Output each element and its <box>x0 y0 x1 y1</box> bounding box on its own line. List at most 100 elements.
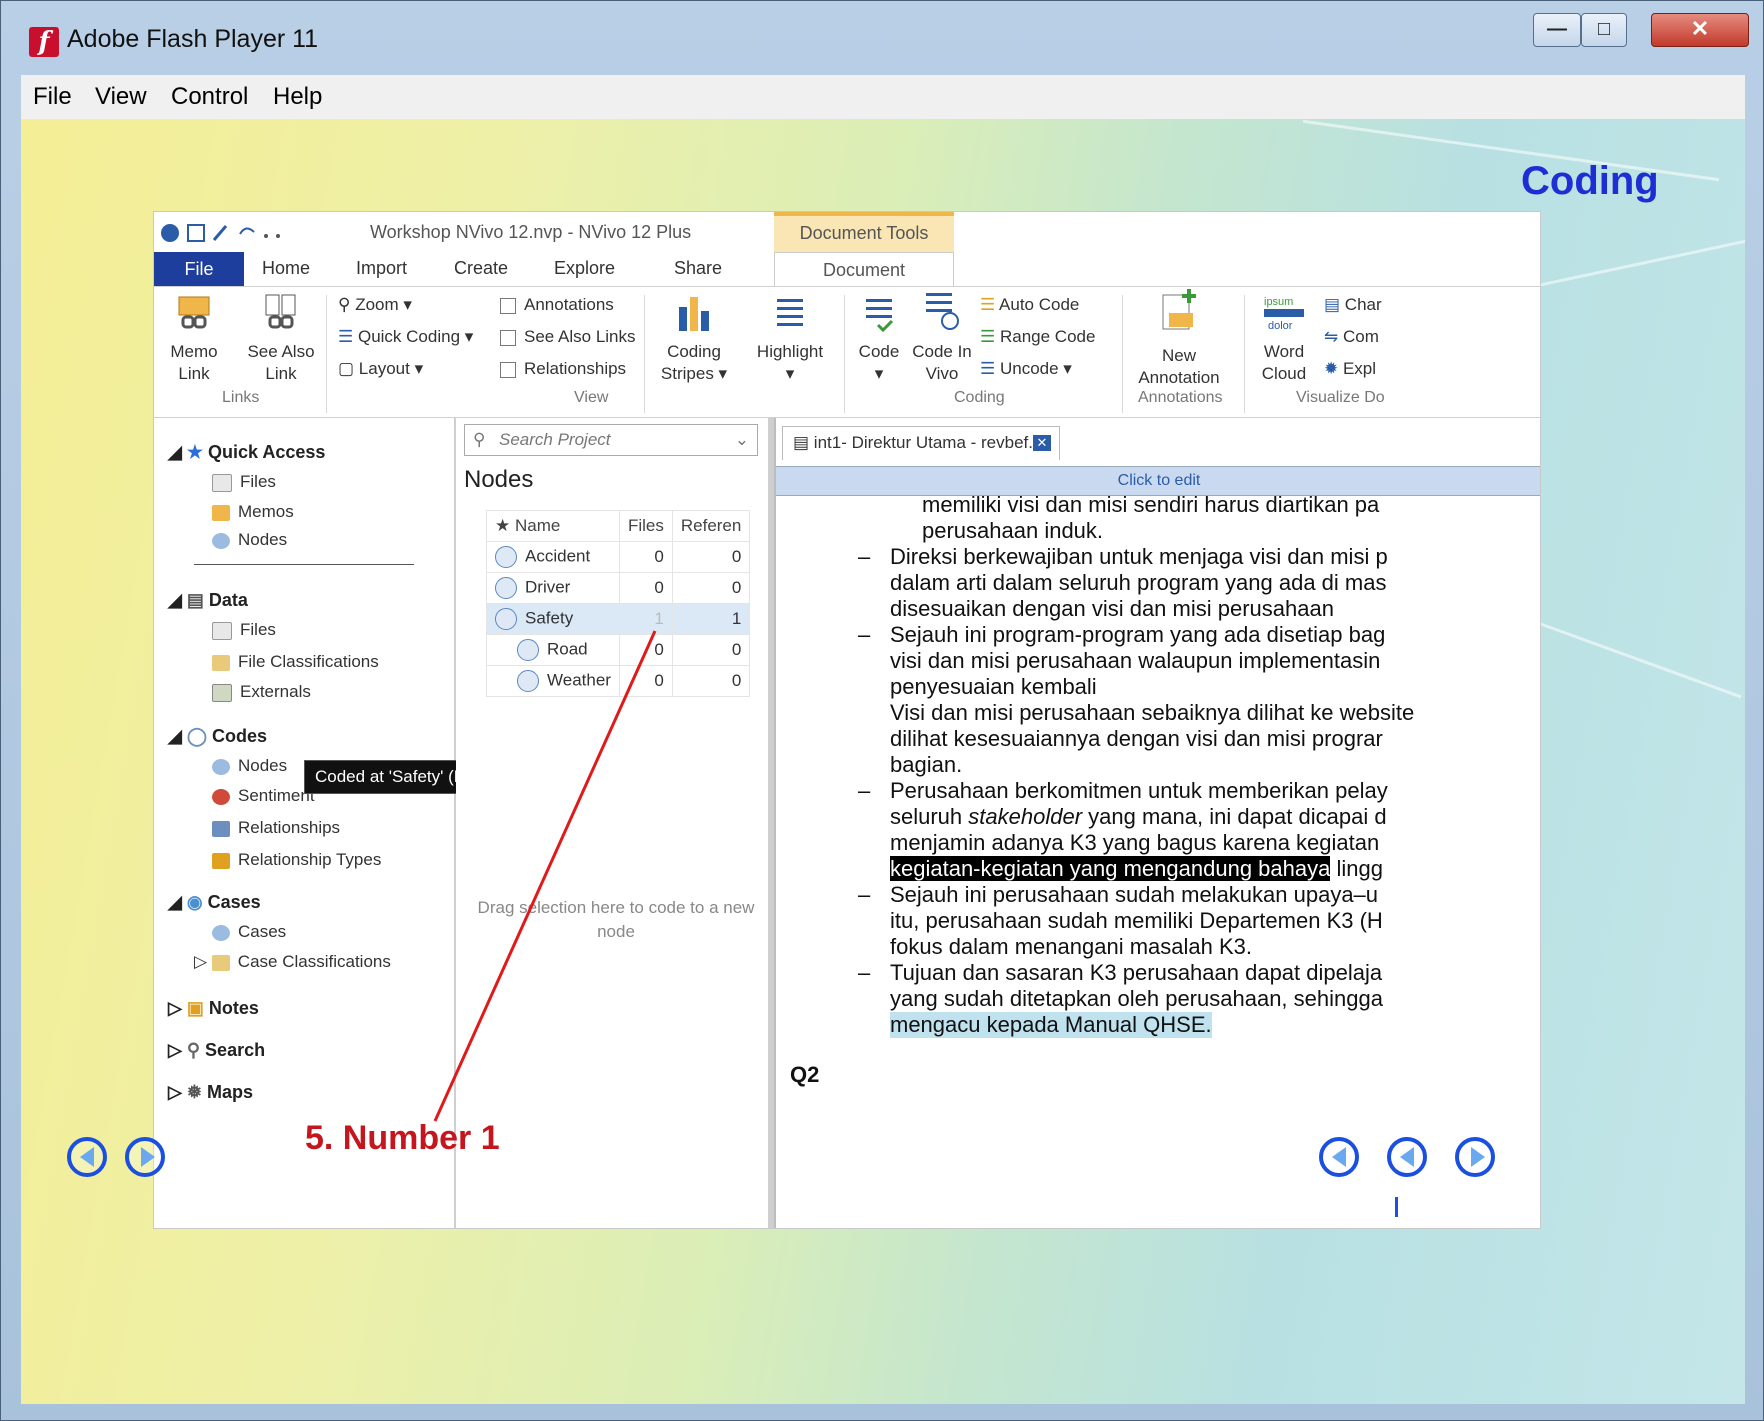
range-code-button[interactable]: ☰ Range Code <box>980 327 1095 347</box>
nav-cases[interactable]: ◢ ◉ Cases <box>168 892 261 913</box>
tab-document[interactable]: Document <box>774 252 954 286</box>
new-annotation-button[interactable]: New Annotation <box>1134 287 1224 389</box>
see-also-links-checkbox[interactable]: See Also Links <box>500 327 636 347</box>
arrow-right-icon <box>141 1147 155 1167</box>
next-slide-button[interactable] <box>125 1137 165 1177</box>
nav-relationship-types[interactable]: Relationship Types <box>212 850 381 870</box>
flash-stage: Coding Workshop NVivo 12.nvp - NVivo 12 … <box>21 119 1745 1404</box>
search-project-input[interactable]: Search Project ⚲ ⌄ <box>464 424 758 456</box>
arrow-right-icon <box>1471 1147 1485 1167</box>
code-in-vivo-button[interactable]: Code In Vivo <box>912 287 972 385</box>
chart-button[interactable]: ▤ Char <box>1324 295 1382 315</box>
maps-icon: ❅ <box>186 1082 202 1102</box>
maximize-button[interactable]: □ <box>1581 13 1627 47</box>
highlight-button[interactable]: Highlight ▾ <box>750 293 830 385</box>
nav-data-files[interactable]: Files <box>212 620 276 640</box>
quick-coding-button[interactable]: ☰ Quick Coding ▾ <box>338 327 473 347</box>
coding-stripes-button[interactable]: Coding Stripes ▾ <box>654 293 734 385</box>
flash-player-window: f Adobe Flash Player 11 — □ ✕ File View … <box>0 0 1764 1421</box>
see-also-link-button[interactable]: See Also Link <box>246 293 316 385</box>
tab-home[interactable]: Home <box>262 258 310 279</box>
minimize-button[interactable]: — <box>1533 13 1581 47</box>
nav-notes[interactable]: ▷ ▣ Notes <box>168 998 259 1019</box>
document-text[interactable]: memiliki visi dan misi sendiri harus dia… <box>776 496 1540 1228</box>
ribbon-separator <box>326 295 327 413</box>
nav-qa-memos[interactable]: Memos <box>212 502 294 522</box>
auto-code-button[interactable]: ☰ Auto Code <box>980 295 1079 315</box>
nav-data[interactable]: ◢ ▤ Data <box>168 590 248 611</box>
uncode-button[interactable]: ☰ Uncode ▾ <box>980 359 1072 379</box>
code-button[interactable]: Code ▾ <box>854 293 904 385</box>
zoom-button[interactable]: ⚲ Zoom ▾ <box>338 295 412 315</box>
tab-explore[interactable]: Explore <box>554 258 615 279</box>
table-row[interactable]: Accident 0 0 <box>486 541 751 573</box>
document-tab[interactable]: ▤ int1- Direktur Utama - revbef. ✕ <box>782 426 1060 460</box>
ribbon-separator <box>844 295 845 413</box>
menu-view[interactable]: View <box>95 83 147 111</box>
nav-codes[interactable]: ◢ ◯ Codes <box>168 726 267 747</box>
word-cloud-button[interactable]: ipsum dolor Word Cloud <box>1254 293 1314 385</box>
relationships-checkbox[interactable]: Relationships <box>500 359 626 379</box>
data-icon: ▤ <box>186 590 204 610</box>
table-row-selected[interactable]: Safety 1 1 <box>486 603 751 635</box>
document-tools-tab: Document Tools <box>774 212 954 252</box>
notes-icon: ▣ <box>186 998 204 1018</box>
nav-sentiment[interactable]: Sentiment <box>212 786 315 806</box>
node-files: 1 <box>618 603 673 635</box>
layout-button[interactable]: ▢ Layout ▾ <box>338 359 423 379</box>
cases-icon: ◉ <box>186 892 203 912</box>
previous-slide-button[interactable] <box>67 1137 107 1177</box>
nav-externals[interactable]: Externals <box>212 682 311 702</box>
nav-search[interactable]: ▷ ⚲ Search <box>168 1040 265 1061</box>
case-classifications-icon <box>211 954 230 971</box>
relationships-icon <box>212 820 230 837</box>
tab-file[interactable]: File <box>154 252 244 286</box>
column-header-files[interactable]: Files <box>618 510 673 542</box>
rewind-button[interactable] <box>1387 1137 1427 1177</box>
node-name: Safety <box>525 608 574 628</box>
close-button[interactable]: ✕ <box>1651 13 1749 47</box>
node-icon <box>517 639 539 661</box>
annotations-checkbox[interactable]: Annotations <box>500 295 614 315</box>
flash-logo-icon: f <box>29 27 59 57</box>
menu-help[interactable]: Help <box>273 83 322 111</box>
nav-qa-files[interactable]: Files <box>212 472 276 492</box>
nav-cases-cases[interactable]: Cases <box>212 922 286 942</box>
node-icon <box>517 670 539 692</box>
ribbon-separator <box>1122 295 1123 413</box>
quick-coding-icon: ☰ <box>338 327 358 346</box>
tab-create[interactable]: Create <box>454 258 508 279</box>
column-header-references[interactable]: Referen <box>671 510 751 542</box>
nav-relationships[interactable]: Relationships <box>212 818 340 838</box>
table-row[interactable]: Driver 0 0 <box>486 572 751 604</box>
codes-icon: ◯ <box>186 726 207 746</box>
tab-import[interactable]: Import <box>356 258 407 279</box>
nav-quick-access[interactable]: ◢ ★ Quick Access <box>168 442 325 463</box>
nvivo-window-title: Workshop NVivo 12.nvp - NVivo 12 Plus <box>370 222 692 242</box>
compare-button[interactable]: ⇋ Com <box>1324 327 1379 347</box>
click-to-edit-bar[interactable]: Click to edit <box>776 466 1540 496</box>
back-button[interactable] <box>1319 1137 1359 1177</box>
nav-case-classifications[interactable]: ▷ Case Classifications <box>194 952 391 972</box>
ribbon-tabs: File Home Import Create Explore Share Do… <box>154 252 1540 286</box>
menu-control[interactable]: Control <box>171 83 248 111</box>
explore-diagram-button[interactable]: ✹ Expl <box>1324 359 1376 379</box>
table-row[interactable]: Weather 0 0 <box>486 665 751 697</box>
table-row[interactable]: Road 0 0 <box>486 634 751 666</box>
memo-link-button[interactable]: Memo Link <box>164 293 224 385</box>
doc-line: Sejauh ini program-program yang ada dise… <box>890 622 1386 647</box>
quick-access-toolbar: Workshop NVivo 12.nvp - NVivo 12 Plus Do… <box>154 212 1540 252</box>
forward-button[interactable] <box>1455 1137 1495 1177</box>
column-header-name[interactable]: ★ Name <box>486 510 620 542</box>
tab-share[interactable]: Share <box>674 258 722 279</box>
memos-icon <box>212 504 230 521</box>
nav-codes-nodes[interactable]: Nodes <box>212 756 287 776</box>
code-in-vivo-icon <box>926 293 959 330</box>
svg-text:ipsum: ipsum <box>1264 296 1293 308</box>
files-icon <box>212 621 232 640</box>
close-tab-icon[interactable]: ✕ <box>1033 435 1051 451</box>
nav-qa-nodes[interactable]: Nodes <box>212 530 287 550</box>
menu-file[interactable]: File <box>33 83 72 111</box>
nav-file-classifications[interactable]: File Classifications <box>212 652 379 672</box>
nav-maps[interactable]: ▷ ❅ Maps <box>168 1082 253 1103</box>
